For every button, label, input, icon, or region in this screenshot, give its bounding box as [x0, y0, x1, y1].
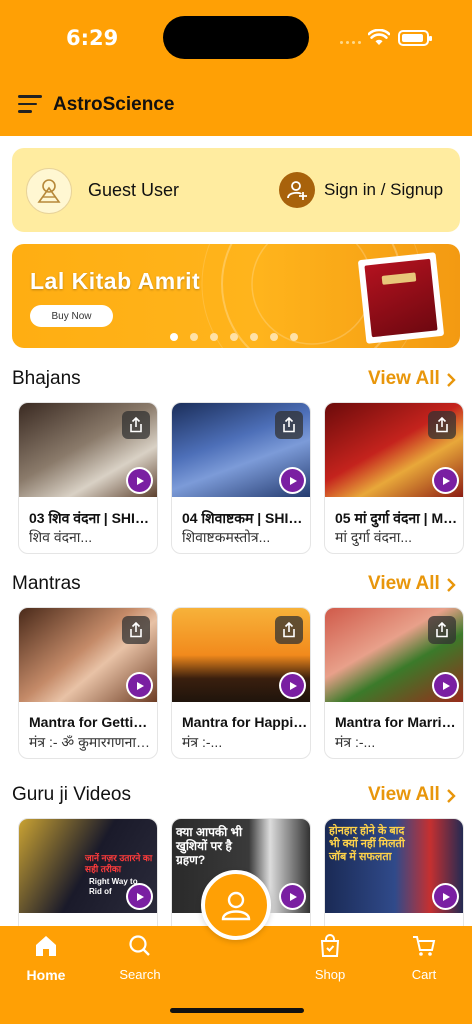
- menu-icon[interactable]: [18, 95, 42, 115]
- user-icon: [221, 891, 251, 921]
- shopping-bag-icon: [320, 934, 340, 957]
- tab-label: Shop: [314, 967, 346, 982]
- carousel-dot[interactable]: [270, 333, 278, 341]
- play-icon[interactable]: [434, 674, 457, 697]
- play-icon[interactable]: [281, 674, 304, 697]
- chevron-right-icon: [446, 372, 456, 387]
- home-icon: [36, 936, 56, 956]
- wifi-icon: [368, 29, 390, 45]
- view-all-label: View All: [368, 784, 440, 805]
- card-title: Mantra for Marriage: [335, 714, 461, 730]
- view-all-label: View All: [368, 368, 440, 389]
- tab-label: Cart: [411, 967, 437, 982]
- carousel-dot[interactable]: [290, 333, 298, 341]
- play-icon[interactable]: [281, 469, 304, 492]
- dynamic-island: [163, 16, 309, 59]
- play-icon[interactable]: [281, 885, 304, 908]
- play-icon[interactable]: [434, 885, 457, 908]
- carousel-dot[interactable]: [190, 333, 198, 341]
- thumbnail-caption: जानें नज़र उतारने का सही तरीका: [85, 853, 153, 874]
- card-subtitle: मंत्र :-...: [182, 734, 223, 750]
- card-title: 05 मां दुर्गा वंदना | MAA DURGA: [335, 510, 461, 526]
- share-icon[interactable]: [275, 616, 303, 644]
- carousel-dots[interactable]: [170, 333, 298, 341]
- tab-shop[interactable]: Shop: [290, 934, 370, 982]
- thumbnail-caption: क्या आपकी भी खुशियों पर है ग्रहण?: [176, 825, 243, 867]
- section-title-guru-ji-videos: Guru ji Videos: [12, 784, 131, 805]
- card-subtitle: शिव वंदना...: [29, 529, 93, 545]
- carousel-dot[interactable]: [230, 333, 238, 341]
- share-icon[interactable]: [428, 411, 456, 439]
- card-title: Mantra for Getting Child: [29, 714, 155, 730]
- section-title-bhajans: Bhajans: [12, 368, 81, 389]
- card-title: 03 शिव वंदना | SHIV VANDANA: [29, 510, 155, 526]
- bhajan-card[interactable]: 05 मां दुर्गा वंदना | MAA DURGA मां दुर्…: [324, 402, 464, 554]
- mantra-card[interactable]: Mantra for Getting Child मंत्र :- ॐ कुमा…: [18, 607, 158, 759]
- profile-center-button[interactable]: [201, 870, 271, 940]
- card-subtitle: शिवाष्टकमस्तोत्र...: [182, 529, 271, 545]
- mantra-card[interactable]: Mantra for Happiness मंत्र :-...: [171, 607, 311, 759]
- app-title: AstroScience: [53, 94, 175, 115]
- thumbnail-caption: होनहार होने के बाद भी क्यों नहीं मिलती ज…: [329, 825, 405, 863]
- bhajan-card[interactable]: 04 शिवाष्टकम | SHIVASHTAKAM शिवाष्टकमस्त…: [171, 402, 311, 554]
- view-all-bhajans[interactable]: View All: [368, 368, 456, 390]
- cart-icon: [413, 936, 436, 956]
- home-indicator: [170, 1008, 304, 1013]
- tab-search[interactable]: Search: [100, 934, 180, 982]
- banner-title: Lal Kitab Amrit: [30, 268, 201, 294]
- view-all-mantras[interactable]: View All: [368, 573, 456, 595]
- view-all-guru-ji-videos[interactable]: View All: [368, 784, 456, 806]
- play-icon[interactable]: [128, 469, 151, 492]
- user-card: Guest User Sign in / Signup: [12, 148, 460, 232]
- mantra-card[interactable]: Mantra for Marriage मंत्र :-...: [324, 607, 464, 759]
- play-icon[interactable]: [434, 469, 457, 492]
- chevron-right-icon: [446, 788, 456, 803]
- carousel-dot[interactable]: [250, 333, 258, 341]
- share-icon[interactable]: [428, 616, 456, 644]
- status-time: 6:29: [66, 26, 119, 50]
- app-logo-icon: [26, 168, 72, 214]
- sign-in-button[interactable]: Sign in / Signup: [324, 180, 443, 200]
- card-subtitle: मां दुर्गा वंदना...: [335, 529, 413, 545]
- add-user-icon[interactable]: [279, 172, 315, 208]
- search-icon: [129, 935, 150, 956]
- chevron-right-icon: [446, 577, 456, 592]
- video-card[interactable]: होनहार होने के बाद भी क्यों नहीं मिलती ज…: [324, 818, 464, 938]
- signal-icon: [340, 41, 361, 44]
- card-title: Mantra for Happiness: [182, 714, 308, 730]
- play-icon[interactable]: [128, 885, 151, 908]
- video-card[interactable]: जानें नज़र उतारने का सही तरीका Right Way…: [18, 818, 158, 938]
- share-icon[interactable]: [122, 616, 150, 644]
- tab-label: Home: [26, 967, 66, 983]
- card-subtitle: मंत्र :-...: [335, 734, 376, 750]
- share-icon[interactable]: [122, 411, 150, 439]
- guest-user-name: Guest User: [88, 180, 180, 200]
- card-subtitle: मंत्र :- ॐ कुमारगणनाथाय नमः: [29, 734, 155, 750]
- buy-now-button[interactable]: Buy Now: [30, 305, 113, 327]
- bhajan-card[interactable]: 03 शिव वंदना | SHIV VANDANA शिव वंदना...: [18, 402, 158, 554]
- share-icon[interactable]: [275, 411, 303, 439]
- tab-home[interactable]: Home: [6, 934, 86, 983]
- tab-label: Search: [119, 967, 161, 982]
- tab-cart[interactable]: Cart: [384, 934, 464, 982]
- book-image: [357, 252, 445, 344]
- section-title-mantras: Mantras: [12, 573, 81, 594]
- battery-icon: [398, 30, 432, 46]
- view-all-label: View All: [368, 573, 440, 594]
- card-title: 04 शिवाष्टकम | SHIVASHTAKAM: [182, 510, 308, 526]
- carousel-dot[interactable]: [210, 333, 218, 341]
- carousel-dot[interactable]: [170, 333, 178, 341]
- play-icon[interactable]: [128, 674, 151, 697]
